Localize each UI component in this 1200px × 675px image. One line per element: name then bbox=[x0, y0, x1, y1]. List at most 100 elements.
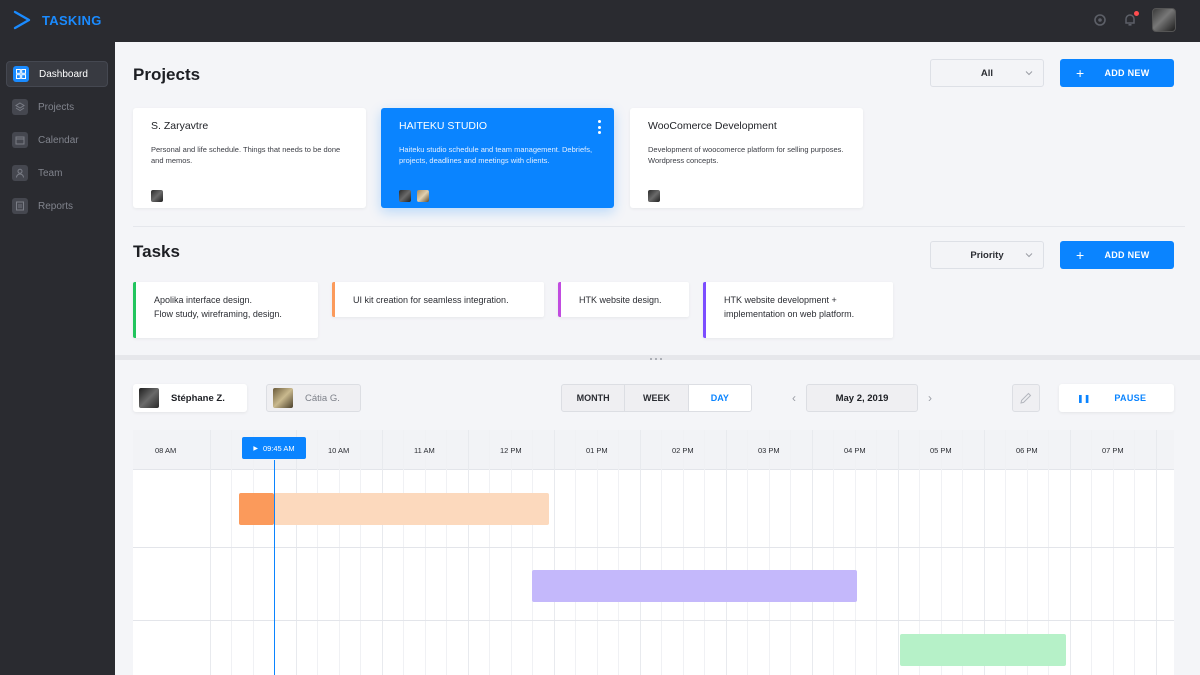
member-avatar[interactable] bbox=[151, 190, 163, 202]
view-week-button[interactable]: WEEK bbox=[625, 385, 689, 411]
sidebar-item-dashboard[interactable]: Dashboard bbox=[6, 61, 108, 87]
chevron-down-icon bbox=[1025, 253, 1033, 258]
project-card[interactable]: WooComerce Development Development of wo… bbox=[630, 108, 863, 208]
minor-gridline bbox=[253, 430, 254, 675]
task-bar[interactable] bbox=[900, 634, 1066, 666]
hour-gridline bbox=[1156, 430, 1157, 675]
person-name: Cátia G. bbox=[305, 392, 340, 404]
settings-gear-icon[interactable] bbox=[1092, 12, 1108, 28]
member-avatar[interactable] bbox=[417, 190, 429, 202]
task-line: HTK website development + bbox=[724, 295, 837, 305]
project-description: Haiteku studio schedule and team managem… bbox=[399, 145, 593, 165]
sidebar-item-label: Team bbox=[38, 167, 63, 179]
project-description: Development of woocomerce platform for s… bbox=[648, 145, 844, 165]
task-card[interactable]: HTK website design. bbox=[558, 282, 689, 317]
task-bar[interactable] bbox=[532, 570, 857, 602]
view-day-button[interactable]: DAY bbox=[688, 385, 751, 411]
kebab-menu-icon[interactable] bbox=[598, 120, 602, 134]
app-name: TASKING bbox=[42, 12, 102, 28]
tasks-filter-select[interactable]: Priority bbox=[930, 241, 1044, 269]
person-tab-catia[interactable]: Cátia G. bbox=[266, 384, 361, 412]
hour-label: 03 PM bbox=[758, 446, 780, 455]
person-name: Stéphane Z. bbox=[171, 392, 225, 404]
plus-icon: + bbox=[1076, 247, 1085, 263]
add-project-button[interactable]: + ADD NEW bbox=[1060, 59, 1174, 87]
edit-button[interactable] bbox=[1012, 384, 1040, 412]
task-card[interactable]: UI kit creation for seamless integration… bbox=[332, 282, 544, 317]
hour-gridline bbox=[726, 430, 727, 675]
minor-gridline bbox=[1113, 430, 1114, 675]
date-display[interactable]: May 2, 2019 bbox=[806, 384, 918, 412]
user-icon bbox=[12, 165, 28, 181]
member-avatar[interactable] bbox=[648, 190, 660, 202]
view-month-button[interactable]: MONTH bbox=[562, 385, 626, 411]
minor-gridline bbox=[661, 430, 662, 675]
project-card[interactable]: S. Zaryavtre Personal and life schedule.… bbox=[133, 108, 366, 208]
plus-icon: + bbox=[1076, 65, 1085, 81]
minor-gridline bbox=[597, 430, 598, 675]
tasks-filter-value: Priority bbox=[970, 249, 1004, 261]
hour-label: 06 PM bbox=[1016, 446, 1038, 455]
minor-gridline bbox=[1134, 430, 1135, 675]
minor-gridline bbox=[425, 430, 426, 675]
minor-gridline bbox=[790, 430, 791, 675]
hour-label: 02 PM bbox=[672, 446, 694, 455]
task-line: Apolika interface design. bbox=[154, 295, 253, 305]
notification-bell-icon[interactable] bbox=[1122, 11, 1139, 28]
minor-gridline bbox=[575, 430, 576, 675]
schedule-panel: Stéphane Z. Cátia G. MONTH WEEK DAY ‹ Ma… bbox=[115, 360, 1200, 675]
task-line: Flow study, wireframing, design. bbox=[154, 309, 282, 319]
sidebar-item-label: Projects bbox=[38, 101, 75, 113]
notification-dot bbox=[1134, 11, 1139, 16]
task-card[interactable]: HTK website development + implementation… bbox=[703, 282, 893, 338]
sidebar-item-label: Calendar bbox=[38, 134, 79, 146]
person-tab-stephane[interactable]: Stéphane Z. bbox=[133, 384, 247, 412]
tasks-title: Tasks bbox=[133, 242, 180, 261]
grid-icon bbox=[13, 66, 29, 82]
task-card[interactable]: Apolika interface design. Flow study, wi… bbox=[133, 282, 318, 338]
project-card-selected[interactable]: HAITEKU STUDIO Haiteku studio schedule a… bbox=[381, 108, 614, 208]
add-task-button[interactable]: + ADD NEW bbox=[1060, 241, 1174, 269]
current-time-chip[interactable]: ▶ 09:45 AM bbox=[242, 437, 306, 459]
play-logo-icon bbox=[13, 10, 31, 30]
sidebar-item-team[interactable]: Team bbox=[6, 160, 108, 186]
current-time-value: 09:45 AM bbox=[262, 443, 295, 453]
task-line: implementation on web platform. bbox=[724, 309, 855, 319]
projects-title: Projects bbox=[133, 65, 201, 84]
minor-gridline bbox=[339, 430, 340, 675]
hour-label: 08 AM bbox=[155, 446, 177, 455]
minor-gridline bbox=[876, 430, 877, 675]
sidebar-item-projects[interactable]: Projects bbox=[6, 94, 108, 120]
task-line: HTK website design. bbox=[579, 295, 662, 305]
pencil-icon bbox=[1020, 392, 1032, 404]
main-content: Projects All + ADD NEW S. Zaryavtre Pers… bbox=[115, 42, 1200, 675]
hour-label: 04 PM bbox=[844, 446, 866, 455]
user-avatar[interactable] bbox=[1152, 8, 1176, 32]
pause-button[interactable]: ❚❚ PAUSE bbox=[1059, 384, 1174, 412]
chevron-left-icon[interactable]: ‹ bbox=[787, 391, 801, 405]
calendar-icon bbox=[12, 132, 28, 148]
task-bar-progress[interactable] bbox=[239, 493, 274, 525]
minor-gridline bbox=[317, 430, 318, 675]
minor-gridline bbox=[833, 430, 834, 675]
app-logo[interactable]: TASKING bbox=[12, 10, 102, 30]
projects-filter-select[interactable]: All bbox=[930, 59, 1044, 87]
minor-gridline bbox=[747, 430, 748, 675]
section-divider bbox=[133, 226, 1185, 227]
sidebar-item-reports[interactable]: Reports bbox=[6, 193, 108, 219]
project-name: S. Zaryavtre bbox=[151, 120, 209, 132]
chevron-right-icon[interactable]: › bbox=[923, 391, 937, 405]
projects-filter-value: All bbox=[980, 67, 994, 79]
add-task-label: ADD NEW bbox=[1104, 250, 1150, 260]
project-name: HAITEKU STUDIO bbox=[399, 120, 488, 132]
minor-gridline bbox=[1091, 430, 1092, 675]
task-bar[interactable] bbox=[274, 493, 549, 525]
sidebar-item-calendar[interactable]: Calendar bbox=[6, 127, 108, 153]
row-separator bbox=[133, 620, 1174, 621]
hour-gridline bbox=[210, 430, 211, 675]
member-avatar[interactable] bbox=[399, 190, 411, 202]
top-bar: TASKING bbox=[0, 0, 1200, 42]
sidebar-item-label: Reports bbox=[38, 200, 74, 212]
hour-gridline bbox=[468, 430, 469, 675]
minor-gridline bbox=[532, 430, 533, 675]
